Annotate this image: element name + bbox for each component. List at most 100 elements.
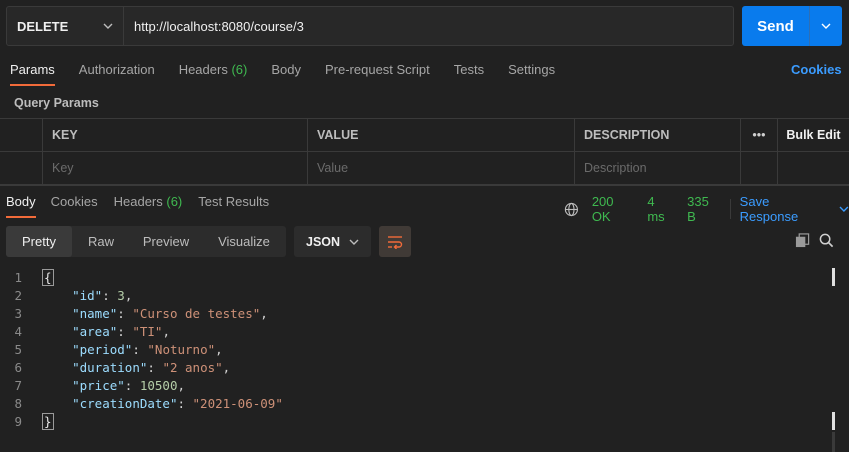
view-pretty[interactable]: Pretty [6,226,72,257]
copy-icon[interactable] [795,233,810,248]
params-table: KEY VALUE DESCRIPTION ••• Bulk Edit Key … [0,118,849,185]
response-tab-cookies[interactable]: Cookies [51,194,98,209]
key-input[interactable]: Key [43,152,308,184]
response-tab-test-results[interactable]: Test Results [198,194,269,209]
view-preview[interactable]: Preview [130,226,202,257]
tab-body[interactable]: Body [271,62,301,77]
headers-count: (6) [231,62,248,77]
more-options-button[interactable]: ••• [741,119,778,151]
json-key: "area" [72,323,118,339]
code-line: 2 "id": 3, [0,286,820,304]
response-tabs: Body Cookies Headers (6) Test Results [6,194,293,218]
status-separator [729,199,731,219]
open-brace: { [42,268,54,286]
table-header-row: KEY VALUE DESCRIPTION ••• Bulk Edit [0,119,849,152]
line-number: 4 [14,323,22,339]
wrap-lines-icon [388,235,403,249]
json-comma: , [162,323,170,339]
value-header: VALUE [308,119,575,151]
scroll-marker-bottom [832,412,835,430]
empty-cell [741,152,778,184]
chevron-down-icon [103,23,113,29]
save-response-button[interactable]: Save Response [740,194,849,224]
json-comma: , [177,377,186,393]
response-headers-label: Headers [113,194,163,209]
send-button-group: Send [742,6,842,46]
chevron-down-icon [349,239,359,245]
code-line: 7 "price": 10500, [0,376,820,394]
search-icon[interactable] [819,233,834,248]
json-comma: , [222,359,231,375]
json-key: "price" [72,377,125,393]
url-input[interactable]: http://localhost:8080/course/3 [124,7,733,45]
json-value: "2 anos" [162,359,223,375]
method-label: DELETE [17,18,69,34]
section-divider [0,185,849,186]
json-value: "2021-06-09" [192,395,283,411]
json-comma: , [260,305,268,321]
cookies-link[interactable]: Cookies [791,62,842,77]
line-number: 2 [14,287,22,303]
method-select[interactable]: DELETE [7,7,124,45]
line-number: 8 [14,395,22,411]
tab-tests[interactable]: Tests [454,62,484,77]
json-comma: , [124,287,133,303]
status-code: 200 OK [591,194,614,224]
query-params-title: Query Params [14,96,99,110]
save-response-label: Save Response [739,194,799,224]
tab-authorization[interactable]: Authorization [79,62,155,77]
chevron-down-icon [839,206,849,212]
code-line: 6 "duration": "2 anos", [0,358,820,376]
json-value: 10500 [139,377,178,393]
response-tab-body[interactable]: Body [6,194,36,218]
scroll-thumb[interactable] [832,432,835,452]
response-time: 4 ms [647,194,665,224]
code-line: 8 "creationDate": "2021-06-09" [0,394,820,412]
json-key: "name" [72,305,118,321]
description-input[interactable]: Description [575,152,741,184]
json-value: 3 [117,287,125,303]
line-number: 9 [14,413,22,429]
key-header: KEY [43,119,308,151]
json-value: "Noturno" [147,341,216,357]
code-line: 1{ [0,268,820,286]
checkbox-column [0,119,43,151]
code-line: 3 "name": "Curso de testes", [0,304,820,322]
row-checkbox-cell [0,152,43,184]
globe-icon[interactable] [564,202,579,217]
response-tab-headers[interactable]: Headers (6) [114,194,183,209]
tab-headers[interactable]: Headers (6) [179,62,248,77]
scroll-marker-top [832,268,835,286]
chevron-down-icon [821,23,831,29]
bulk-edit-button[interactable]: Bulk Edit [778,119,849,151]
tab-params[interactable]: Params [10,62,55,86]
response-size: 335 B [687,194,709,224]
view-visualize[interactable]: Visualize [202,226,286,257]
send-button[interactable]: Send [742,6,809,46]
url-text: http://localhost:8080/course/3 [134,18,304,34]
send-options-button[interactable] [809,6,842,46]
empty-cell [778,152,849,184]
table-row: Key Value Description [0,152,849,185]
wrap-lines-button[interactable] [379,226,411,257]
response-body-viewer[interactable]: 1{ 2 "id": 3, 3 "name": "Curso de testes… [0,268,820,430]
code-line: 4 "area": "TI", [0,322,820,340]
format-select[interactable]: JSON [294,226,371,257]
value-input[interactable]: Value [308,152,575,184]
tab-pre-request-script[interactable]: Pre-request Script [325,62,430,77]
request-bar: DELETE http://localhost:8080/course/3 [6,6,734,46]
line-number: 5 [14,341,22,357]
line-number: 3 [14,305,22,321]
code-scrollbar[interactable] [828,268,838,452]
line-number: 7 [14,377,22,393]
tab-headers-label: Headers [178,62,228,77]
response-headers-count: (6) [166,194,183,209]
view-raw[interactable]: Raw [72,226,130,257]
json-key: "period" [72,341,133,357]
json-value: "Curso de testes" [132,305,261,321]
json-comma: , [215,341,223,357]
line-number: 6 [14,359,22,375]
json-key: "id" [72,287,103,303]
line-number: 1 [14,269,22,285]
tab-settings[interactable]: Settings [508,62,555,77]
